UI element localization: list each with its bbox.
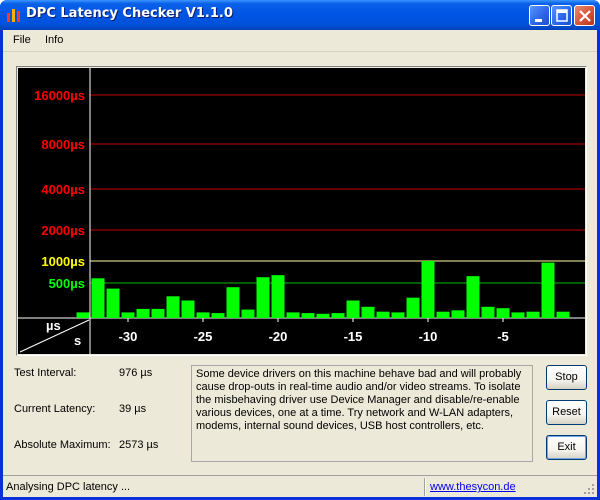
resize-grip-icon[interactable] [583,483,595,495]
x-tick-label: -10 [419,329,438,344]
exit-button[interactable]: Exit [546,435,587,460]
x-tick-label: -20 [269,329,288,344]
latency-bar [226,287,240,318]
maximize-button[interactable] [551,5,572,26]
latency-chart: 16000µs 8000µs 4000µs 2000µs 1000µs 500µs µss -… [18,68,585,354]
latency-bar [166,296,180,318]
latency-bar [91,278,105,318]
client-area: File Info 16000µs 8000µs 4000µs 2000µs 1000µ… [3,30,597,497]
latency-bar [106,288,120,318]
latency-bar [121,312,135,318]
app-window: DPC Latency Checker V1.1.0 File Info 160… [0,0,600,500]
latency-bar [406,297,420,318]
x-tick-label: -15 [344,329,363,344]
status-text: Analysing DPC latency ... [6,481,131,493]
close-icon [579,10,591,22]
latency-bar [436,311,450,318]
latency-bar [421,261,435,318]
y-tick-label: 4000µs [41,182,85,197]
menu-file[interactable]: File [13,34,31,46]
y-tick-label: 1000µs [41,254,85,269]
latency-graph-frame: 16000µs 8000µs 4000µs 2000µs 1000µs 500µs µs s -… [16,66,587,356]
reset-button[interactable]: Reset [546,400,587,425]
latency-bar [466,276,480,318]
maximize-icon [556,9,568,22]
minimize-button[interactable] [529,5,550,26]
window-title: DPC Latency Checker V1.1.0 [26,6,233,21]
latency-bar [151,308,165,318]
y-tick-label: 16000µs [34,88,85,103]
website-link[interactable]: www.thesycon.de [430,481,516,493]
corner-unit-top: µs [46,318,61,333]
menu-bar: File Info [3,30,597,52]
absolute-maximum-value: 2573 µs [119,439,159,451]
current-latency-label: Current Latency: [14,403,96,415]
latency-bar [451,310,465,318]
latency-bar [331,313,345,318]
latency-bar [526,311,540,318]
driver-message: Some device drivers on this machine beha… [191,365,533,462]
latency-bar [241,309,255,318]
test-interval-value: 976 µs [119,367,153,379]
close-button[interactable] [574,5,595,26]
minimize-icon [535,19,542,22]
latency-bar [346,300,360,318]
y-tick-label: 2000µs [41,223,85,238]
y-tick-label: 500µs [49,276,85,291]
latency-graph: 16000µs 8000µs 4000µs 2000µs 1000µs 500µs µs s -… [18,68,585,354]
latency-bar [496,308,510,318]
latency-bar [391,312,405,318]
title-bar[interactable]: DPC Latency Checker V1.1.0 [0,0,600,30]
x-tick-label: -30 [119,329,138,344]
latency-bar [556,311,570,318]
latency-bar [301,313,315,318]
status-bar: Analysing DPC latency ... www.thesycon.d… [3,475,597,497]
latency-bar [256,277,270,318]
x-tick-label: -5 [497,329,509,344]
latency-bar [481,306,495,318]
corner-unit-bottom: s [74,333,81,348]
x-tick-label: -25 [194,329,213,344]
latency-bar [196,312,210,318]
latency-bar [316,313,330,318]
absolute-maximum-label: Absolute Maximum: [14,439,111,451]
current-latency-value: 39 µs [119,403,147,415]
latency-bar [136,308,150,318]
stop-button[interactable]: Stop [546,365,587,390]
latency-bar [361,306,375,318]
latency-bar [511,312,525,318]
menu-info[interactable]: Info [45,34,63,46]
app-bars-icon [7,9,20,22]
test-interval-label: Test Interval: [14,367,77,379]
status-divider [424,478,426,496]
latency-bar [76,312,90,318]
latency-bar [286,312,300,318]
y-tick-label: 8000µs [41,137,85,152]
latency-bar [271,275,285,318]
latency-bar [211,313,225,318]
latency-bar [541,262,555,318]
latency-bar [376,311,390,318]
latency-bar [181,300,195,318]
